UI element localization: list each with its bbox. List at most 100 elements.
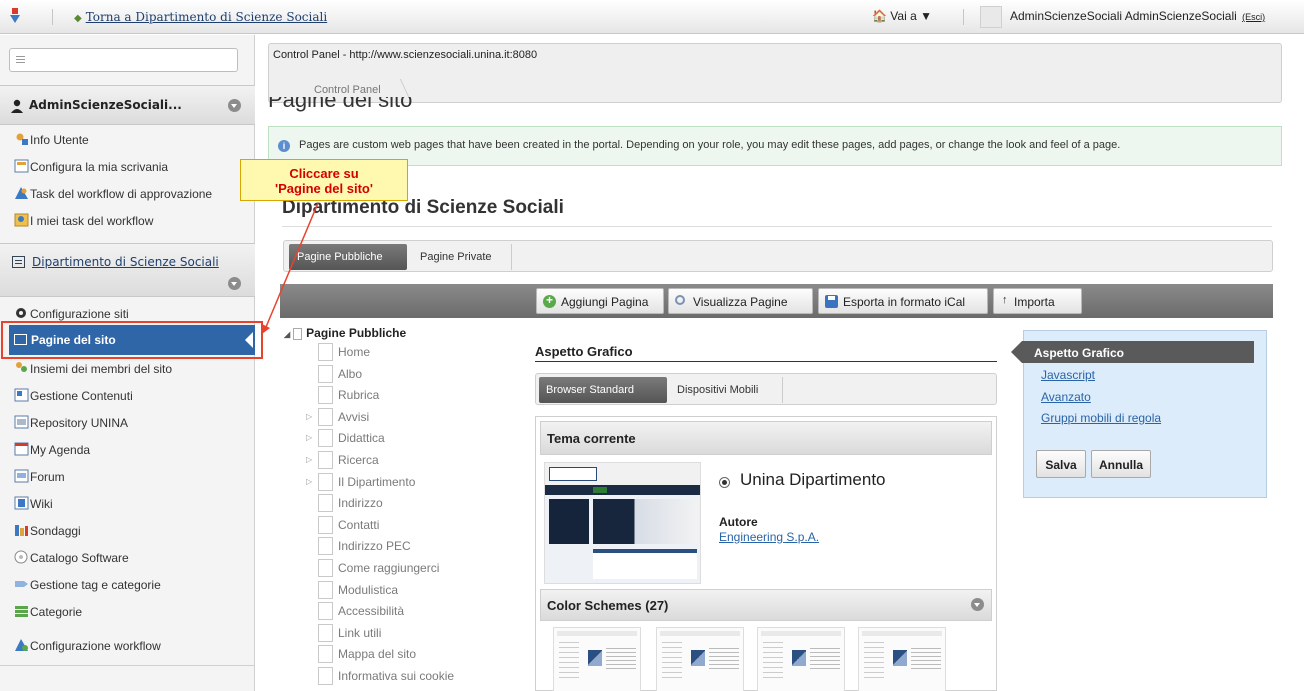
breadcrumb[interactable]: Control Panel: [314, 84, 381, 96]
tree-node-label: Rubrica: [338, 388, 380, 403]
sidebar-item-miei-task-workflow[interactable]: I miei task del workflow: [0, 207, 255, 234]
sidebar-divider: [0, 665, 255, 666]
sidebar-item-catalogo-software[interactable]: Catalogo Software: [0, 544, 255, 571]
tree-expand-icon[interactable]: ▷: [306, 455, 312, 464]
sidebar-item-configura-scrivania[interactable]: Configura la mia scrivania: [0, 153, 255, 180]
tree-node-label: Contatti: [338, 517, 380, 532]
cancel-button[interactable]: Annulla: [1091, 450, 1151, 478]
import-button[interactable]: ↑ Importa: [993, 288, 1082, 314]
dockbar: ◆ Torna a Dipartimento di Scienze Sociali…: [0, 0, 1304, 34]
sidebar-item-gestione-contenuti[interactable]: Gestione Contenuti: [0, 382, 255, 409]
site-section-header[interactable]: Dipartimento di Scienze Sociali: [0, 243, 255, 297]
tree-collapse-icon[interactable]: ◢: [284, 330, 290, 339]
sidebar-item-label: Task del workflow di approvazione: [30, 187, 213, 201]
settings-link-gruppi-mobili[interactable]: Gruppi mobili di regola: [1041, 411, 1161, 425]
sidebar-item-forum[interactable]: Forum: [0, 463, 255, 490]
collapse-site-section-icon[interactable]: [228, 277, 241, 290]
sidebar-item-wiki[interactable]: Wiki: [0, 490, 255, 517]
sidebar-item-gestione-tag[interactable]: Gestione tag e categorie: [0, 571, 255, 598]
collapse-color-schemes-icon[interactable]: [971, 598, 984, 611]
user-menu[interactable]: AdminScienzeSociali AdminScienzeSociali …: [1010, 9, 1265, 23]
save-button[interactable]: Salva: [1036, 450, 1086, 478]
liferay-logo-icon[interactable]: [8, 8, 22, 24]
goto-menu[interactable]: 🏠 Vai a ▼: [872, 9, 932, 23]
page-icon: [318, 472, 333, 491]
theme-name: Unina Dipartimento: [740, 470, 886, 489]
sidebar-item-info-utente[interactable]: Info Utente: [0, 126, 255, 153]
sidebar-item-task-workflow-approvazione[interactable]: Task del workflow di approvazione: [0, 180, 255, 207]
page-title-text: Pagine del sito: [268, 97, 413, 112]
sidebar-item-label: Configurazione siti: [30, 307, 129, 321]
view-pages-button[interactable]: Visualizza Pagine: [668, 288, 813, 314]
categories-icon: [15, 606, 28, 617]
tab-dispositivi-mobili[interactable]: Dispositivi Mobili: [670, 377, 765, 403]
workflow-config-icon: [15, 639, 28, 651]
sidebar-item-label: Configurazione workflow: [30, 639, 161, 653]
color-scheme-thumbnail[interactable]: [553, 627, 641, 691]
thumb-content: [593, 549, 697, 579]
page-icon: [318, 645, 333, 664]
control-panel-header: Control Panel - http://www.scienzesocial…: [268, 43, 1282, 103]
user-name-label: AdminScienzeSociali AdminScienzeSociali: [1010, 9, 1237, 23]
theme-radio[interactable]: [719, 477, 730, 488]
avatar[interactable]: [980, 6, 1002, 28]
tree-node-label: Didattica: [338, 431, 385, 446]
page-icon: [318, 343, 333, 361]
tree-expand-icon[interactable]: ▷: [306, 412, 312, 421]
site-name-link[interactable]: Dipartimento di Scienze Sociali: [32, 255, 219, 269]
thumb-logo: [549, 467, 597, 481]
tab-browser-standard[interactable]: Browser Standard: [539, 377, 667, 403]
user-section-header[interactable]: AdminScienzeSociali...: [0, 85, 255, 125]
tab-pagine-pubbliche[interactable]: Pagine Pubbliche: [289, 244, 407, 270]
color-scheme-thumbnail[interactable]: [858, 627, 946, 691]
page-icon: [318, 537, 333, 556]
export-ical-button[interactable]: Esporta in formato iCal: [818, 288, 988, 314]
sidebar-item-categorie[interactable]: Categorie: [0, 598, 255, 625]
sidebar-item-my-agenda[interactable]: My Agenda: [0, 436, 255, 463]
export-label: Esporta in formato iCal: [843, 295, 966, 309]
save-disk-icon: [825, 295, 838, 308]
tree-root[interactable]: ◢ Pagine Pubbliche: [284, 326, 406, 340]
settings-item-label: Aspetto Grafico: [1034, 346, 1125, 360]
author-link[interactable]: Engineering S.p.A.: [719, 530, 819, 544]
color-schemes-header[interactable]: Color Schemes (27): [540, 589, 992, 621]
control-panel-url: Control Panel - http://www.scienzesocial…: [273, 49, 538, 61]
tab-divider: [782, 377, 783, 403]
sidebar-item-label: Wiki: [30, 497, 53, 511]
page-icon: [318, 407, 333, 426]
sidebar-item-insiemi-membri[interactable]: Insiemi dei membri del sito: [0, 355, 255, 382]
repository-icon: [14, 415, 29, 429]
collapse-user-section-icon[interactable]: [228, 99, 241, 112]
dockbar-divider: [52, 9, 53, 25]
site-title-underline: [282, 226, 1272, 227]
my-tasks-icon: [14, 213, 29, 227]
logout-link[interactable]: (Esci): [1242, 12, 1265, 22]
import-arrow-icon: ↑: [1002, 294, 1008, 306]
add-page-button[interactable]: Aggiungi Pagina: [536, 288, 664, 314]
page-icon: [318, 494, 333, 513]
color-scheme-thumbnail[interactable]: [656, 627, 744, 691]
tab-pagine-private[interactable]: Pagine Private: [412, 244, 500, 270]
settings-link-javascript[interactable]: Javascript: [1041, 368, 1095, 382]
tree-node-label: Indirizzo: [338, 496, 383, 511]
thumb-banner: [593, 499, 697, 544]
color-scheme-thumbnail[interactable]: [757, 627, 845, 691]
tree-node-label: Indirizzo PEC: [338, 539, 411, 554]
back-to-site-link[interactable]: ◆ Torna a Dipartimento di Scienze Sociali: [74, 10, 327, 24]
info-message: i Pages are custom web pages that have b…: [268, 126, 1282, 166]
sidebar-item-label: Categorie: [30, 605, 83, 619]
import-label: Importa: [1014, 295, 1055, 309]
page-icon: [293, 327, 303, 340]
add-page-label: Aggiungi Pagina: [561, 295, 649, 309]
sidebar-search-input[interactable]: [9, 48, 238, 72]
sidebar-item-configurazione-workflow[interactable]: Configurazione workflow: [0, 632, 255, 659]
theme-panel: Tema corrente Unina Dipartimento Autore …: [535, 416, 997, 691]
tree-expand-icon[interactable]: ▷: [306, 477, 312, 486]
settings-link-avanzato[interactable]: Avanzato: [1041, 390, 1091, 404]
sidebar-item-sondaggi[interactable]: Sondaggi: [0, 517, 255, 544]
sidebar-item-repository-unina[interactable]: Repository UNINA: [0, 409, 255, 436]
sidebar-item-label: Catalogo Software: [30, 551, 129, 565]
settings-item-aspetto-grafico[interactable]: Aspetto Grafico: [1011, 341, 1254, 363]
tree-expand-icon[interactable]: ▷: [306, 433, 312, 442]
tab-divider: [511, 244, 512, 270]
